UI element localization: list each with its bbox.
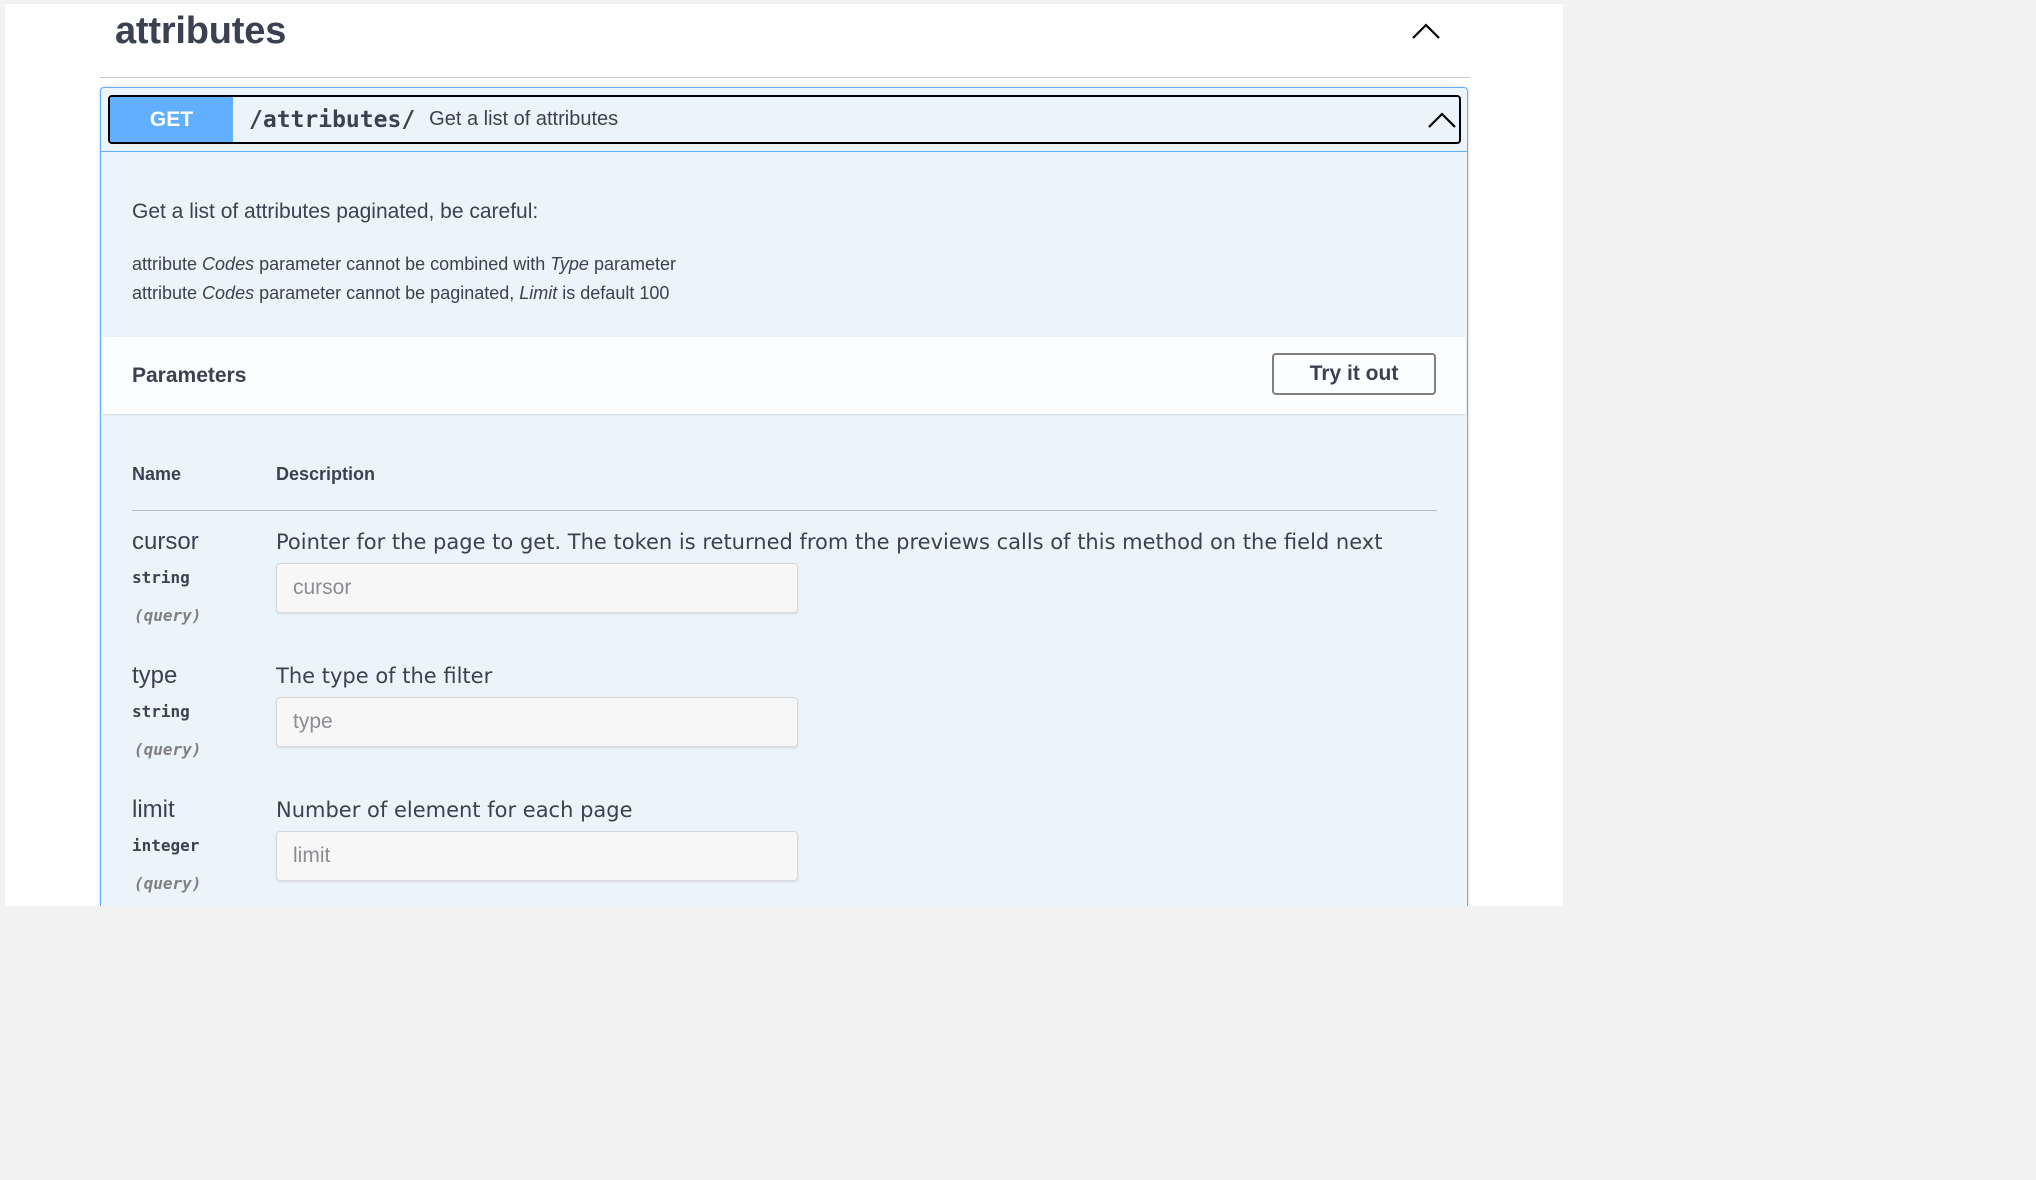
- description-main: Get a list of attributes paginated, be c…: [132, 200, 539, 223]
- limit-input[interactable]: [276, 831, 798, 881]
- parameter-type: string: [132, 568, 190, 587]
- summary-divider: [101, 151, 1467, 152]
- operation-summary-text: Get a list of attributes: [429, 108, 619, 130]
- parameter-row-cursor: cursor string (query) Pointer for the pa…: [132, 528, 1437, 658]
- description-text: parameter cannot be combined with: [254, 254, 551, 274]
- tag-section-header[interactable]: attributes: [100, 4, 1470, 78]
- try-it-out-button[interactable]: Try it out: [1272, 353, 1436, 395]
- swagger-page: attributes GET /attributes/ Get a list o…: [5, 4, 1563, 906]
- parameter-type: string: [132, 702, 190, 721]
- parameters-title: Parameters: [132, 364, 247, 387]
- operation-block-get-attributes: GET /attributes/ Get a list of attribute…: [100, 87, 1468, 906]
- column-header-name: Name: [132, 464, 182, 484]
- description-emphasis: Limit: [519, 283, 558, 303]
- parameter-row-type: type string (query) The type of the filt…: [132, 662, 1437, 792]
- operation-path: /attributes/: [249, 106, 416, 133]
- parameter-name: type: [132, 662, 178, 689]
- description-line-1: attribute Codes parameter cannot be comb…: [132, 250, 1232, 279]
- operation-description: Get a list of attributes paginated, be c…: [132, 200, 1232, 308]
- parameter-type: integer: [132, 836, 200, 855]
- description-emphasis: Codes: [202, 283, 255, 303]
- description-text: is default 100: [557, 283, 670, 303]
- description-text: parameter cannot be paginated,: [254, 283, 520, 303]
- chevron-up-icon[interactable]: [1427, 107, 1457, 131]
- parameters-header: Parameters Try it out: [102, 337, 1466, 414]
- parameter-description: The type of the filter: [276, 664, 493, 688]
- tag-title: attributes: [115, 10, 287, 52]
- type-input[interactable]: [276, 697, 798, 747]
- method-badge: GET: [110, 97, 233, 142]
- parameter-location: (query): [134, 740, 202, 759]
- description-text: attribute: [132, 283, 203, 303]
- parameter-name: cursor: [132, 528, 199, 555]
- parameter-description: Number of element for each page: [276, 798, 633, 822]
- parameter-row-limit: limit integer (query) Number of element …: [132, 796, 1437, 906]
- description-emphasis: Codes: [202, 254, 255, 274]
- description-emphasis: Type: [550, 254, 589, 274]
- description-text: parameter: [588, 254, 676, 274]
- cursor-input[interactable]: [276, 563, 798, 613]
- header-divider: [132, 510, 1437, 511]
- parameter-location: (query): [134, 606, 202, 625]
- parameter-description: Pointer for the page to get. The token i…: [276, 530, 1383, 554]
- chevron-up-icon[interactable]: [1410, 18, 1442, 44]
- description-line-2: attribute Codes parameter cannot be pagi…: [132, 279, 1232, 308]
- parameter-location: (query): [134, 874, 202, 893]
- column-header-description: Description: [276, 464, 376, 484]
- operation-summary[interactable]: GET /attributes/ Get a list of attribute…: [108, 95, 1461, 144]
- parameter-name: limit: [132, 796, 175, 823]
- description-text: attribute: [132, 254, 203, 274]
